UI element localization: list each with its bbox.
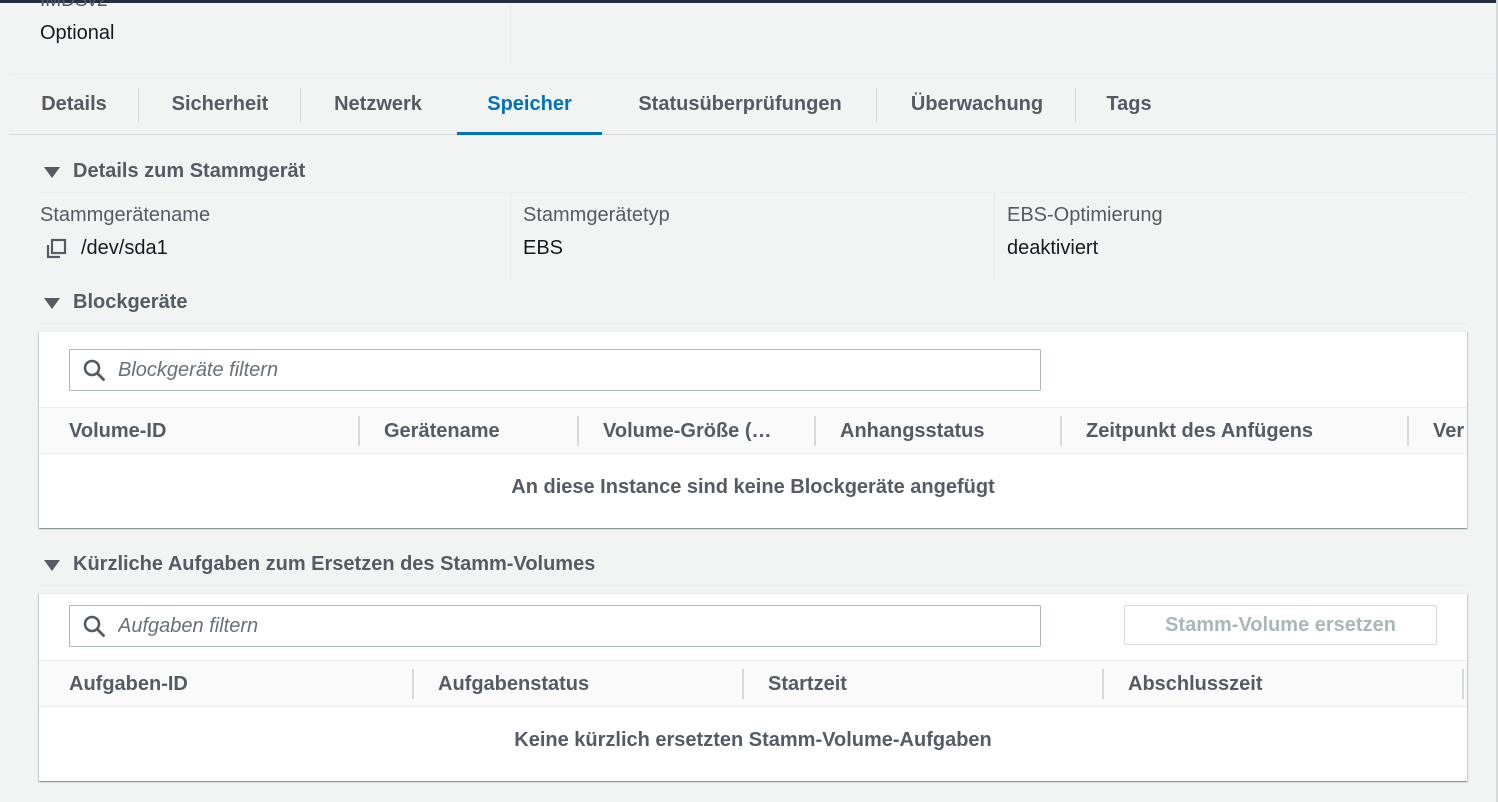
column-resizer[interactable] (577, 416, 579, 446)
column-resizer[interactable] (1407, 416, 1409, 446)
column-header-task-id[interactable]: Aufgaben-ID (69, 661, 409, 707)
tab-details[interactable]: Details (31, 75, 117, 134)
root-volume-tasks-section-toggle[interactable]: Kürzliche Aufgaben zum Ersetzen des Stam… (44, 553, 595, 576)
caret-down-icon (44, 298, 60, 309)
root-device-name-label: Stammgerätename (40, 204, 211, 226)
column-header-completion-time[interactable]: Abschlusszeit (1128, 661, 1428, 707)
root-device-section-toggle[interactable]: Details zum Stammgerät (44, 160, 305, 183)
column-resizer[interactable] (742, 669, 744, 699)
block-devices-table: Volume-ID Gerätename Volume-Größe (… Anh… (39, 331, 1467, 528)
caret-down-icon (44, 167, 60, 178)
block-devices-title: Blockgeräte (73, 291, 188, 313)
table-header: Aufgaben-ID Aufgabenstatus Startzeit Abs… (39, 660, 1467, 707)
column-header-start-time[interactable]: Startzeit (768, 661, 1098, 707)
tab-storage[interactable]: Speicher (457, 75, 602, 135)
tab-separator (300, 88, 301, 122)
search-icon (83, 615, 105, 637)
column-header-attachment-status[interactable]: Anhangsstatus (840, 408, 1050, 454)
tab-separator (876, 88, 877, 122)
tab-network[interactable]: Netzwerk (321, 75, 435, 134)
divider (40, 585, 1467, 586)
search-icon (83, 359, 105, 381)
column-resizer[interactable] (1060, 416, 1062, 446)
root-device-title: Details zum Stammgerät (73, 160, 306, 182)
column-header-device-name[interactable]: Gerätename (384, 408, 574, 454)
tasks-search-input[interactable] (118, 614, 998, 638)
tab-monitoring[interactable]: Überwachung (897, 75, 1057, 134)
divider (40, 192, 1467, 193)
root-volume-tasks-table: Stamm-Volume ersetzen Aufgaben-ID Aufgab… (39, 593, 1467, 781)
column-header-volume-size[interactable]: Volume-Größe (… (603, 408, 803, 454)
root-device-type-value: EBS (523, 237, 564, 259)
root-volume-tasks-title: Kürzliche Aufgaben zum Ersetzen des Stam… (73, 553, 596, 575)
copy-icon[interactable] (44, 237, 68, 261)
top-border (0, 0, 1498, 3)
tab-separator (138, 88, 139, 122)
column-resizer[interactable] (1102, 669, 1104, 699)
tasks-search[interactable] (69, 605, 1041, 647)
divider (994, 191, 995, 279)
tab-security[interactable]: Sicherheit (159, 75, 281, 134)
divider (40, 323, 1467, 324)
tab-status-checks[interactable]: Statusüberprüfungen (623, 75, 857, 134)
imds-label: IMDSv2 (40, 0, 108, 11)
tab-tags[interactable]: Tags (1096, 75, 1162, 134)
table-header: Volume-ID Gerätename Volume-Größe (… Anh… (39, 407, 1467, 454)
column-resizer[interactable] (814, 416, 816, 446)
tab-separator (1075, 88, 1076, 122)
root-device-type-label: Stammgerätetyp (523, 204, 670, 226)
block-devices-empty-state: An diese Instance sind keine Blockgeräte… (511, 476, 995, 498)
column-header-task-status[interactable]: Aufgabenstatus (438, 661, 738, 707)
divider (510, 191, 511, 279)
ebs-optimization-value: deaktiviert (1007, 237, 1099, 259)
column-resizer[interactable] (1462, 669, 1464, 699)
column-header-volume-id[interactable]: Volume-ID (69, 408, 369, 454)
column-header-truncated[interactable]: Ver (1433, 408, 1467, 454)
column-resizer[interactable] (358, 416, 360, 446)
column-header-attach-time[interactable]: Zeitpunkt des Anfügens (1086, 408, 1386, 454)
replace-root-volume-button[interactable]: Stamm-Volume ersetzen (1124, 605, 1437, 645)
tasks-empty-state: Keine kürzlich ersetzten Stamm-Volume-Au… (514, 729, 992, 751)
caret-down-icon (44, 560, 60, 571)
divider (510, 3, 511, 63)
block-devices-search-input[interactable] (118, 358, 998, 382)
block-devices-section-toggle[interactable]: Blockgeräte (44, 291, 188, 314)
ebs-optimization-label: EBS-Optimierung (1007, 204, 1163, 226)
imds-value: Optional (40, 22, 115, 44)
root-device-name-value: /dev/sda1 (81, 237, 168, 259)
detail-tabs: Details Sicherheit Netzwerk Speicher Sta… (9, 75, 1496, 135)
column-resizer[interactable] (412, 669, 414, 699)
block-devices-search[interactable] (69, 349, 1041, 391)
